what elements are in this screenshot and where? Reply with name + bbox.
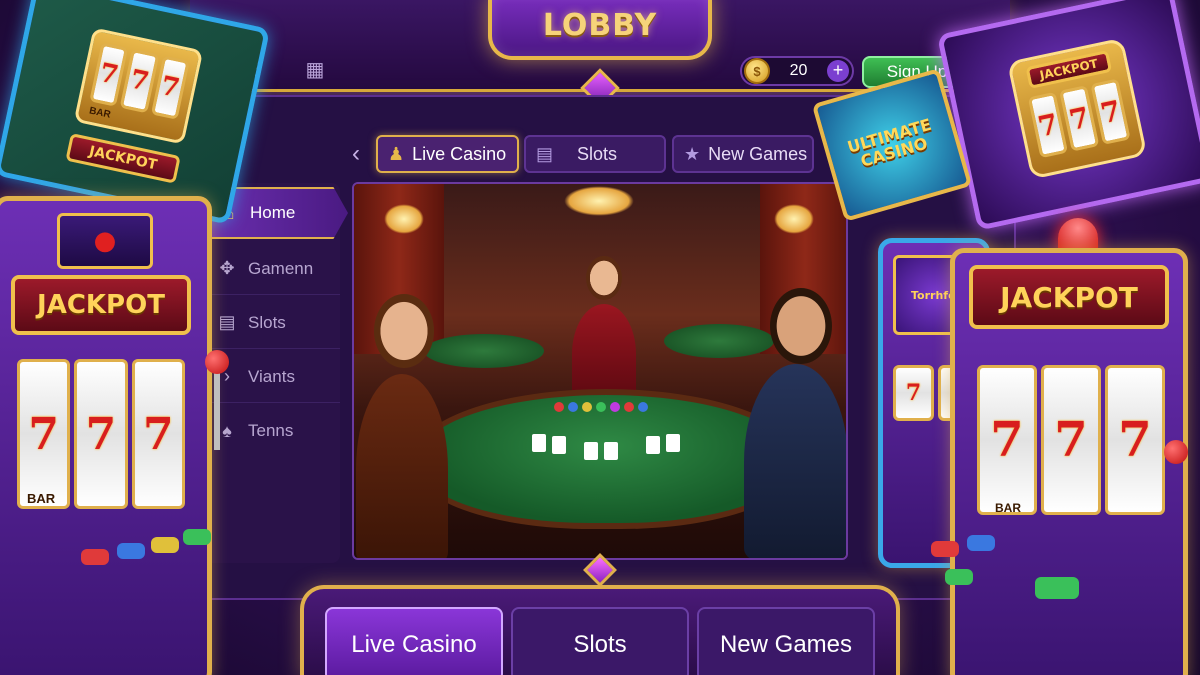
reels: 7 7 7: [977, 365, 1165, 515]
jackpot-sign: JACKPOT: [969, 265, 1169, 329]
sidebar-item-label: Tenns: [248, 421, 294, 440]
slot-machine-icon: ▤: [536, 143, 554, 164]
sidebar-item-label: Gamenn: [248, 258, 314, 278]
siren-light-icon: [1058, 218, 1098, 252]
dealer-head: [586, 256, 622, 300]
coin-balance: $ 20 +: [740, 56, 854, 86]
chandelier-icon: [774, 204, 814, 234]
ultimate-casino-logo: ULTIMATE CASINO: [845, 115, 934, 171]
sidebar: ⌂ Home ✥ Gamenn ▤ Slots › Viants ♠ Tenns: [202, 183, 348, 563]
tab-label: Slots: [577, 143, 618, 164]
collect-button[interactable]: [1035, 577, 1079, 599]
dealer-icon: ♟: [388, 143, 405, 164]
star-icon: ★: [684, 143, 701, 164]
sidebar-item-label: Slots: [248, 312, 286, 332]
reel: 7: [977, 365, 1037, 515]
lever-knob-icon[interactable]: [205, 350, 229, 374]
sidebar-item-label: Viants: [248, 366, 295, 386]
game-card-jackpot-forest[interactable]: 7 7 7 BAR JACKPOT: [0, 0, 271, 225]
tab-label: New Games: [708, 143, 808, 164]
chip-icon: [596, 402, 606, 412]
chip-icon: [568, 402, 578, 412]
sidebar-item-tenns[interactable]: ♠ Tenns: [202, 405, 340, 457]
tab-slots[interactable]: ▤ Slots: [524, 135, 666, 173]
slot-machine-icon: ▤: [218, 312, 236, 332]
gamepad-icon: ✥: [219, 258, 235, 278]
chandelier-icon: [384, 204, 424, 234]
player-left: [356, 374, 448, 558]
slot-machine-right[interactable]: JACKPOT 7 7 7 BAR: [931, 248, 1188, 675]
jackpot-sign: JACKPOT: [65, 133, 181, 184]
reel: 7: [131, 359, 185, 509]
bottom-nav-live-casino[interactable]: Live Casino: [325, 607, 503, 675]
slot-machine-left[interactable]: ● JACKPOT 7 7 7 BAR: [0, 196, 212, 675]
page-title: LOBBY: [542, 7, 658, 43]
auto-button[interactable]: [183, 529, 211, 545]
player-right-head: [770, 288, 832, 364]
live-casino-scene[interactable]: [352, 182, 848, 560]
chip-icon: [638, 402, 648, 412]
spin-button[interactable]: [931, 541, 959, 557]
lever-stick: [214, 370, 220, 450]
chip-icon: [624, 402, 634, 412]
chevron-left-icon[interactable]: ‹: [352, 140, 360, 168]
sidebar-item-label: Home: [250, 203, 296, 222]
bottom-nav-new-games[interactable]: New Games: [697, 607, 875, 675]
playing-card-icon: [666, 434, 680, 452]
reels: 7 7 7: [1027, 78, 1131, 159]
cherry-sign: ●: [57, 213, 153, 269]
bar-label: BAR: [27, 491, 56, 506]
background-table: [664, 324, 774, 358]
playing-card-icon: [646, 436, 660, 454]
reel: 7: [17, 359, 71, 509]
player-left-head: [374, 294, 434, 368]
jackpot-sign: JACKPOT: [11, 275, 191, 335]
bottom-nav-slots[interactable]: Slots: [511, 607, 689, 675]
coin-amount: 20: [789, 62, 808, 79]
tab-new-games[interactable]: ★ New Games: [672, 135, 814, 173]
bar-label: BAR: [88, 105, 112, 121]
add-coins-button[interactable]: +: [827, 60, 849, 82]
mini-slot-machine: JACKPOT 7 7 7: [1006, 37, 1148, 180]
max-bet-button[interactable]: [151, 537, 179, 553]
reel: 7: [1041, 365, 1101, 515]
tab-live-casino[interactable]: ♟ Live Casino: [376, 135, 519, 173]
bet-button[interactable]: [117, 543, 145, 559]
tab-label: Live Casino: [412, 143, 507, 164]
playing-card-icon: [584, 442, 598, 460]
auto-button[interactable]: [945, 569, 973, 585]
reels: 7 7 7: [17, 359, 185, 509]
gift-icon[interactable]: ▦: [302, 58, 328, 81]
spin-button[interactable]: [81, 549, 109, 565]
sidebar-item-games[interactable]: ✥ Gamenn: [202, 243, 340, 295]
coin-icon: $: [744, 58, 770, 84]
chip-icon: [582, 402, 592, 412]
playing-card-icon: [552, 436, 566, 454]
sidebar-item-slots[interactable]: ▤ Slots: [202, 297, 340, 349]
cherry-icon: ●: [93, 226, 117, 256]
reel: 7: [893, 365, 934, 421]
player-right: [744, 364, 846, 558]
bar-label: BAR: [995, 501, 1021, 515]
chip-icon: [554, 402, 564, 412]
playing-card-icon: [532, 434, 546, 452]
lobby-title-plate: LOBBY: [488, 0, 712, 60]
game-card-jackpot-galaxy[interactable]: JACKPOT 7 7 7: [936, 0, 1200, 231]
chandelier-icon: [564, 186, 634, 216]
lever-knob-icon[interactable]: [1164, 440, 1188, 464]
reel: 7: [74, 359, 128, 509]
playing-card-icon: [604, 442, 618, 460]
background-table: [424, 334, 544, 368]
bet-button[interactable]: [967, 535, 995, 551]
chip-icon: [610, 402, 620, 412]
reel: 7: [1105, 365, 1165, 515]
mini-slot-machine: 7 7 7 BAR: [73, 27, 204, 145]
